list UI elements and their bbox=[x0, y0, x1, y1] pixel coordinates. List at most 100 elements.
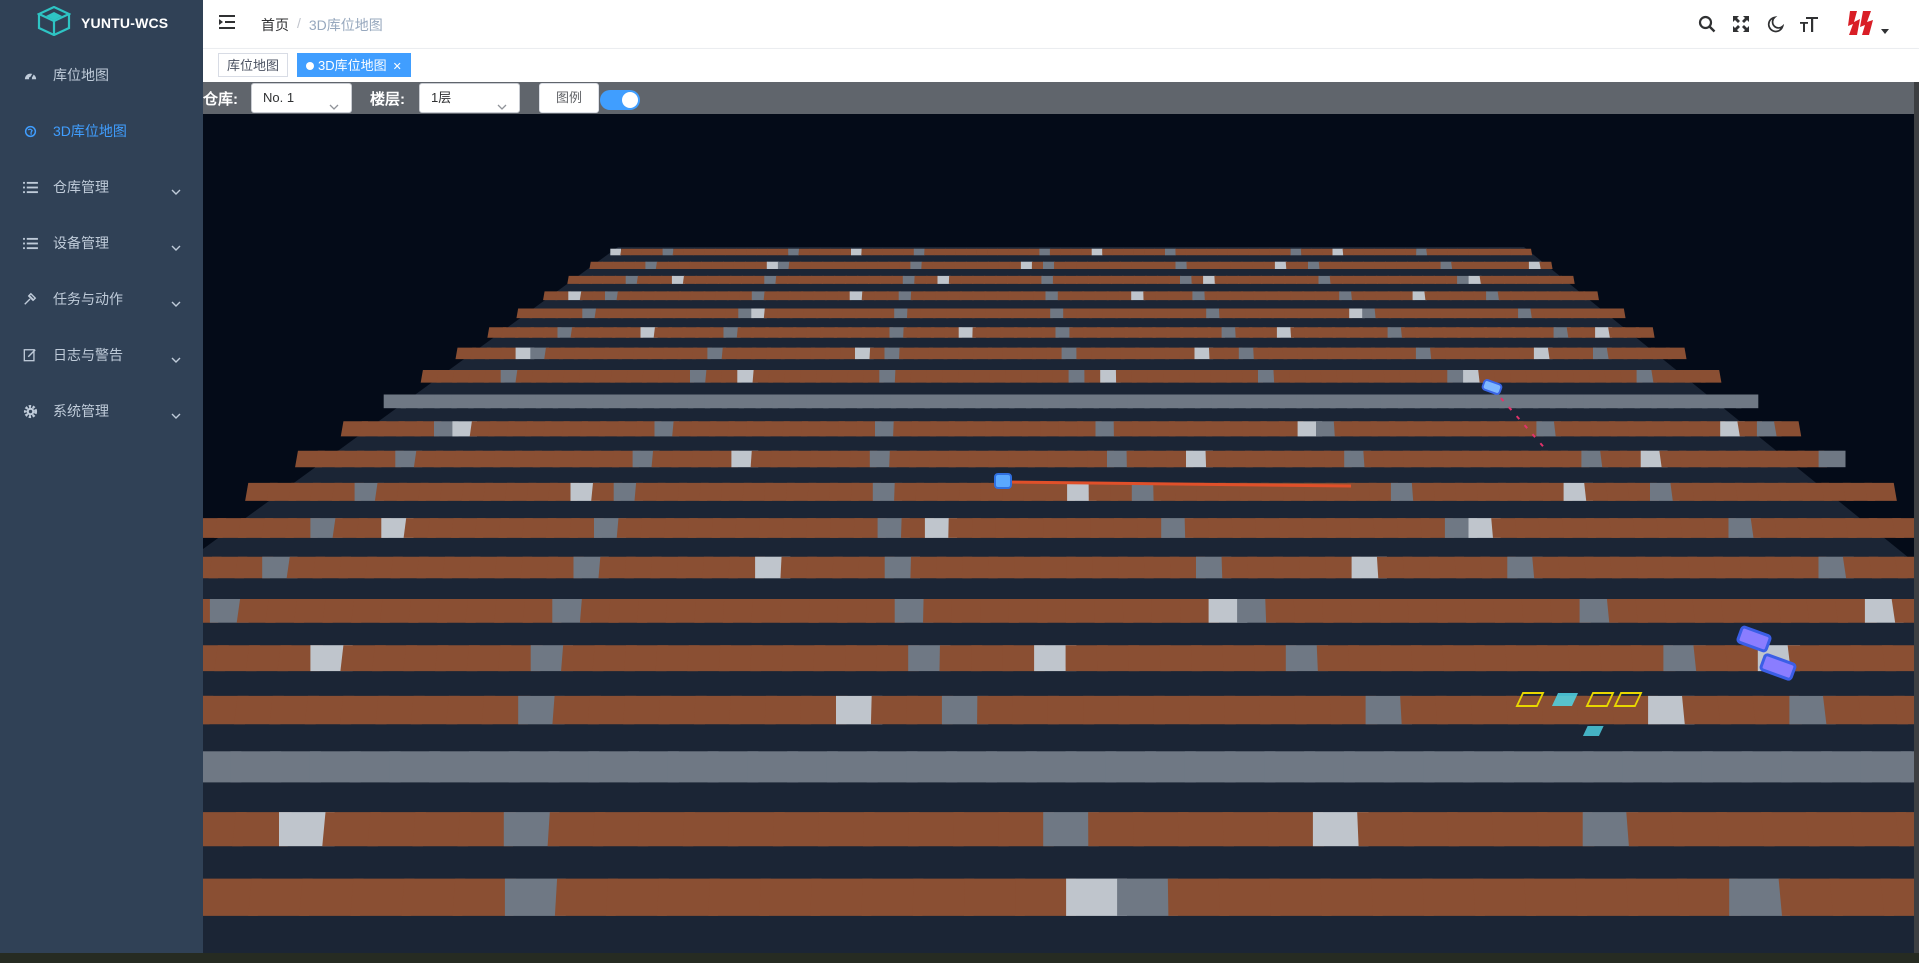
storage-cell bbox=[1321, 248, 1334, 256]
storage-cell bbox=[1028, 248, 1040, 256]
fullscreen-icon[interactable] bbox=[1724, 0, 1758, 48]
storage-cell bbox=[788, 261, 802, 269]
storage-cell bbox=[1318, 261, 1332, 269]
storage-cell bbox=[1248, 275, 1263, 284]
storage-cell bbox=[1087, 275, 1101, 284]
storage-cell bbox=[1007, 248, 1019, 256]
legend-button[interactable]: 图例 bbox=[539, 83, 599, 113]
sidebar-item-tasks-actions[interactable]: 任务与动作 bbox=[0, 271, 203, 327]
storage-cell bbox=[1175, 248, 1187, 256]
storage-cell bbox=[1133, 248, 1145, 256]
storage-cell bbox=[1143, 291, 1158, 301]
storage-cell bbox=[1118, 291, 1134, 301]
tag-3d-location-map[interactable]: 3D库位地图 ✕ bbox=[297, 53, 411, 77]
breadcrumb-home[interactable]: 首页 bbox=[261, 15, 289, 35]
storage-cell bbox=[655, 261, 669, 269]
storage-cell bbox=[849, 291, 864, 301]
storage-cell bbox=[700, 261, 713, 269]
storage-cell bbox=[641, 248, 654, 256]
storage-cell bbox=[1416, 248, 1427, 256]
sidebar-item-label: 任务与动作 bbox=[53, 291, 123, 307]
tags-view: 库位地图 3D库位地图 ✕ bbox=[203, 49, 1919, 83]
3d-warehouse-view[interactable] bbox=[203, 114, 1914, 953]
storage-cell bbox=[932, 261, 945, 269]
storage-cell bbox=[1818, 450, 1846, 468]
search-icon[interactable] bbox=[1690, 0, 1724, 48]
sidebar-item-system-management[interactable]: 系统管理 bbox=[0, 383, 203, 439]
storage-cell bbox=[861, 248, 873, 256]
3d-warehouse-canvas[interactable] bbox=[203, 114, 1914, 953]
sidebar-item-3d-location-map[interactable]: 3D库位地图 bbox=[0, 103, 203, 159]
logo[interactable]: YUNTU-WCS bbox=[0, 0, 203, 45]
floor-label: 楼层: bbox=[370, 91, 405, 108]
storage-cell bbox=[630, 248, 643, 256]
storage-cell bbox=[798, 275, 813, 284]
app-title: YUNTU-WCS bbox=[81, 14, 169, 31]
storage-cell bbox=[746, 248, 758, 256]
menu-fold-icon[interactable] bbox=[219, 14, 237, 33]
storage-cell bbox=[1457, 248, 1470, 256]
storage-cell bbox=[1308, 261, 1320, 269]
sidebar-item-device-management[interactable]: 设备管理 bbox=[0, 215, 203, 271]
tag-location-map[interactable]: 库位地图 bbox=[218, 53, 289, 77]
storage-cell bbox=[1123, 248, 1134, 256]
floor-select[interactable]: 1层 bbox=[419, 83, 520, 113]
storage-cell bbox=[662, 248, 674, 256]
storage-cell bbox=[1102, 248, 1114, 256]
storage-cell bbox=[1196, 248, 1208, 256]
storage-cell bbox=[1462, 261, 1476, 269]
vertical-scrollbar[interactable] bbox=[1914, 82, 1919, 953]
storage-cell bbox=[625, 275, 639, 284]
avatar[interactable] bbox=[1846, 6, 1876, 43]
tag-label: 库位地图 bbox=[227, 58, 280, 73]
warehouse-label: 仓库: bbox=[203, 91, 238, 108]
storage-cell bbox=[1528, 261, 1541, 269]
storage-cell bbox=[1087, 261, 1100, 269]
storage-cell bbox=[1517, 261, 1531, 269]
storage-cell bbox=[1041, 275, 1055, 284]
legend-toggle-switch[interactable] bbox=[600, 90, 640, 110]
storage-cell bbox=[997, 248, 1009, 256]
storage-cell bbox=[1263, 261, 1277, 269]
storage-cell bbox=[1175, 261, 1188, 269]
storage-cell bbox=[1206, 248, 1218, 256]
storage-cell bbox=[613, 275, 628, 284]
sidebar-item-warehouse-management[interactable]: 仓库管理 bbox=[0, 159, 203, 215]
storage-cell bbox=[1142, 261, 1155, 269]
storage-cell bbox=[1052, 275, 1066, 284]
storage-cell bbox=[620, 248, 633, 256]
storage-cell bbox=[1094, 291, 1109, 301]
storage-cell bbox=[1488, 248, 1501, 256]
storage-cell bbox=[948, 275, 963, 284]
storage-cell bbox=[1864, 482, 1897, 501]
storage-cell bbox=[1060, 248, 1072, 256]
storage-cell bbox=[1099, 275, 1113, 284]
storage-cell bbox=[735, 248, 748, 256]
storage-cell bbox=[1900, 751, 1914, 783]
caret-down-icon[interactable] bbox=[1881, 22, 1889, 38]
storage-cell bbox=[677, 261, 691, 269]
storage-cell bbox=[1241, 261, 1254, 269]
chevron-down-icon bbox=[171, 183, 181, 199]
storage-cell bbox=[1351, 261, 1365, 269]
warehouse-select[interactable]: No. 1 bbox=[251, 83, 352, 113]
sidebar-item-logs-warnings[interactable]: 日志与警告 bbox=[0, 327, 203, 383]
storage-cell bbox=[843, 261, 857, 269]
storage-cell bbox=[1110, 275, 1124, 284]
chevron-down-icon bbox=[171, 239, 181, 255]
close-icon[interactable]: ✕ bbox=[393, 61, 402, 73]
user-menu[interactable] bbox=[1846, 6, 1889, 43]
storage-cell bbox=[1318, 275, 1332, 284]
storage-cell bbox=[788, 248, 799, 256]
storage-cell bbox=[744, 261, 758, 269]
font-size-icon[interactable] bbox=[1792, 0, 1826, 48]
storage-cell bbox=[1394, 248, 1407, 256]
storage-cell bbox=[1473, 261, 1487, 269]
agv-robot[interactable] bbox=[994, 473, 1012, 489]
storage-cell bbox=[808, 248, 821, 256]
storage-cell bbox=[1340, 261, 1354, 269]
sidebar-item-location-map[interactable]: 库位地图 bbox=[0, 47, 203, 103]
storage-cell bbox=[987, 248, 998, 256]
dark-mode-icon[interactable] bbox=[1758, 0, 1792, 48]
storage-cell bbox=[844, 275, 859, 284]
